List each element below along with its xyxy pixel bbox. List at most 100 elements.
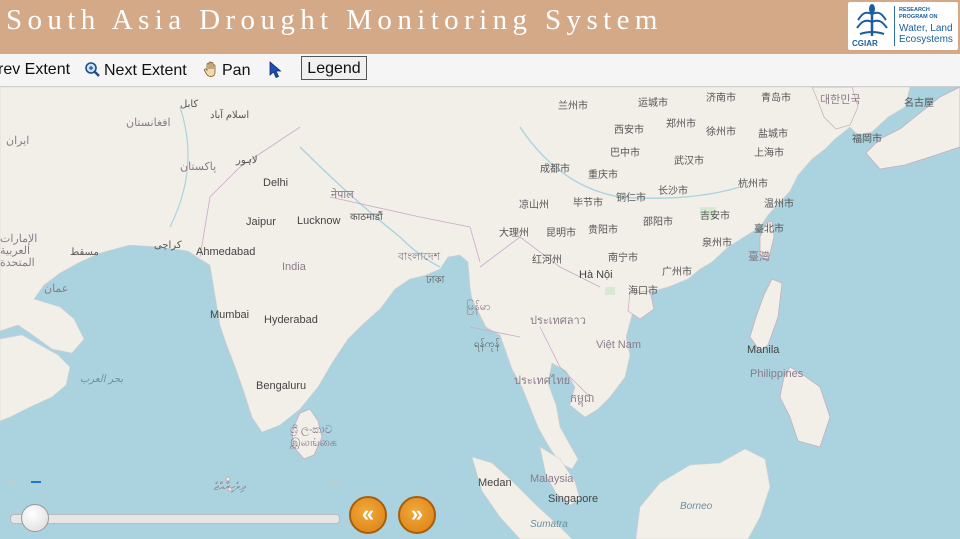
map-label: افغانستان: [126, 117, 171, 129]
map-label: 红河州: [532, 255, 562, 266]
map-label: 泉州市: [702, 238, 732, 249]
map-label: Borneo: [680, 501, 713, 512]
logo-program-name: Water, Land Ecosystems: [899, 23, 953, 45]
map-label: Sumatra: [530, 519, 568, 530]
map-label: ශ්‍රී ලංකාව: [290, 424, 333, 436]
wheat-icon: [856, 4, 888, 36]
map-label: India: [282, 261, 306, 273]
map-label: عمان: [44, 283, 69, 295]
map-label: 广州市: [662, 267, 692, 278]
slider-tick: [330, 481, 340, 483]
map-label: 昆明市: [546, 228, 576, 239]
logo-org-text: CGIAR: [852, 39, 878, 48]
map-label: 徐州市: [706, 127, 736, 138]
cgiar-wle-logo: CGIAR RESEARCH PROGRAM ON Water, Land Ec…: [848, 2, 958, 50]
map-label: مسقط: [70, 247, 99, 258]
map-label: 长沙市: [658, 186, 688, 197]
map-label: 重庆市: [588, 170, 618, 181]
map-label: 运城市: [638, 98, 668, 109]
map-label: 吉安市: [700, 211, 730, 222]
map-label: Delhi: [263, 177, 289, 189]
map-label: Malaysia: [530, 473, 574, 485]
map-label: لاہور: [236, 155, 258, 166]
map-label: ایران: [6, 135, 30, 147]
map-label: Jaipur: [246, 216, 276, 228]
page-title: South Asia Drought Monitoring System: [6, 4, 663, 36]
map-label: 名古屋: [904, 98, 934, 109]
map-label: 成都市: [540, 164, 570, 175]
pan-button[interactable]: Pan: [203, 61, 250, 80]
map-label: 西安市: [614, 125, 644, 136]
map-label: កម្ពុជា: [570, 393, 595, 405]
time-slider-handle[interactable]: [21, 504, 49, 532]
pan-label: Pan: [222, 62, 251, 79]
map-label: Ahmedabad: [196, 246, 256, 258]
slider-tick: [8, 481, 18, 483]
map-label: ประเทศลาว: [530, 315, 586, 327]
map-label: Manila: [747, 344, 780, 356]
map-label: Philippines: [750, 368, 804, 380]
map-label: काठमाडौं: [350, 212, 383, 223]
previous-time-button[interactable]: «: [349, 496, 387, 534]
map-label: 臺北市: [754, 224, 784, 235]
double-chevron-right-icon: »: [410, 501, 424, 526]
map-label: 青岛市: [761, 93, 791, 104]
map-label: Hà Nội: [579, 269, 613, 281]
map-label: Bengaluru: [256, 380, 307, 392]
map-label: 南宁市: [608, 253, 638, 264]
hand-pan-icon: [203, 61, 216, 77]
map-label: اسلام آباد: [210, 110, 250, 121]
prev-extent-label: rev Extent: [0, 61, 71, 78]
map-label: Singapore: [548, 493, 599, 505]
map-label: 福岡市: [852, 134, 882, 145]
map-toolbar: rev Extent Next Extent Pan Legend: [0, 54, 960, 87]
map-label: Mumbai: [210, 309, 250, 321]
map-label: 上海市: [754, 148, 784, 159]
header-bar: South Asia Drought Monitoring System CGI…: [0, 0, 960, 54]
map-label: پاکستان: [180, 161, 217, 173]
map-label: မြန်မာ: [466, 301, 491, 313]
map-label: 兰州市: [558, 101, 588, 112]
map-label: ရန်ကုန်: [474, 339, 500, 350]
map-label: 凉山州: [519, 200, 549, 211]
map-label: 郑州市: [666, 119, 696, 130]
map-label: 铜仁市: [616, 193, 646, 204]
time-slider-track[interactable]: [10, 514, 340, 524]
next-time-button[interactable]: »: [398, 496, 436, 534]
map-label: 대한민국: [820, 94, 861, 106]
map-label: 武汉市: [674, 156, 704, 167]
map-label: 大理州: [499, 228, 529, 239]
map-label: 邵阳市: [643, 217, 673, 228]
logo-program-text: RESEARCH PROGRAM ON: [899, 7, 938, 20]
arrow-pointer-icon: [269, 61, 282, 79]
map-label: ދިވެހިރާއްޖެ: [214, 481, 246, 493]
map-label: 济南市: [706, 93, 736, 104]
map-label: ประเทศไทย: [514, 375, 571, 387]
map-label: Medan: [478, 477, 512, 489]
map-label: இலங்கை: [290, 437, 337, 449]
map-label: ঢাকা: [426, 275, 445, 286]
map-label: كراچی: [154, 240, 182, 251]
map-label: 杭州市: [738, 179, 768, 190]
next-extent-label: Next Extent: [104, 62, 187, 79]
logo-divider: [894, 6, 895, 46]
legend-button[interactable]: Legend: [301, 56, 367, 80]
map-label: Việt Nam: [596, 339, 642, 351]
map-view[interactable]: كابل اسلام آباد افغانستان ایران پاکستان …: [0, 87, 960, 539]
map-label: 贵阳市: [588, 225, 618, 236]
select-tool-button[interactable]: [268, 61, 285, 81]
map-label: كابل: [180, 99, 199, 110]
map-label: বাংলাদেশ: [398, 251, 441, 263]
map-label: 温州市: [764, 199, 794, 210]
map-label: 臺灣: [748, 251, 770, 263]
prev-extent-button[interactable]: rev Extent: [0, 61, 70, 79]
double-chevron-left-icon: «: [361, 501, 375, 526]
map-label: 海口市: [628, 286, 658, 297]
map-label: नेपाल: [331, 189, 354, 201]
map-label: 盐城市: [758, 129, 788, 140]
map-label: بحر العرب: [80, 374, 124, 385]
zoom-extent-icon: [85, 62, 100, 77]
next-extent-button[interactable]: Next Extent: [84, 61, 187, 80]
map-label: Hyderabad: [264, 314, 318, 326]
slider-tick-active: [31, 481, 41, 483]
